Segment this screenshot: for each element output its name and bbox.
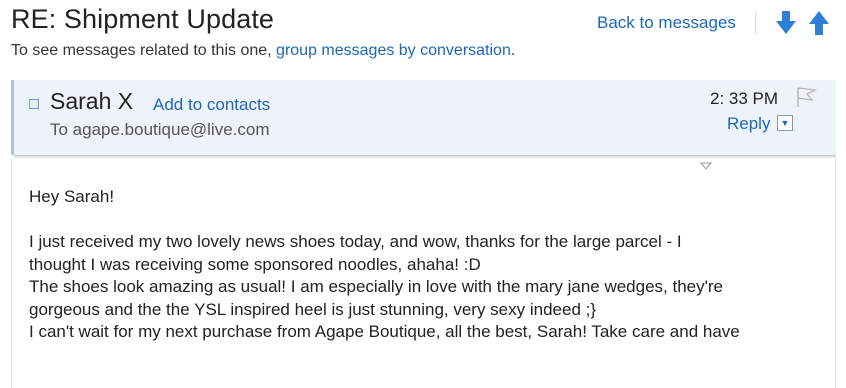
message-subject: RE: Shipment Update — [11, 4, 275, 34]
arrow-down-icon[interactable] — [775, 10, 797, 36]
conversation-note-prefix: To see messages related to this one, — [11, 42, 277, 59]
body-line: I can't wait for my next purchase from A… — [29, 322, 740, 341]
toolbar-separator — [755, 12, 756, 34]
recipient-line: To agape.boutique@live.com — [50, 120, 270, 139]
conversation-note: To see messages related to this one, gro… — [11, 42, 515, 60]
body-line: thought I was receiving some sponsored n… — [29, 254, 481, 274]
arrow-up-icon[interactable] — [808, 10, 830, 36]
triangle-down-icon[interactable] — [700, 162, 712, 170]
back-to-messages-link[interactable]: Back to messages — [597, 13, 736, 33]
reply-menu-button[interactable]: ▼ — [777, 115, 793, 131]
body-line: The shoes look amazing as usual! I am es… — [29, 277, 723, 296]
reply-button[interactable]: Reply — [727, 114, 770, 134]
add-to-contacts-link[interactable]: Add to contacts — [153, 95, 270, 115]
message-body: Hey Sarah! I just received my two lovely… — [29, 186, 829, 344]
sender-name[interactable]: Sarah X — [50, 88, 133, 115]
group-by-conversation-link[interactable]: group messages by conversation — [276, 42, 511, 59]
flag-icon[interactable] — [795, 86, 817, 108]
body-greeting: Hey Sarah! — [29, 187, 115, 206]
conversation-note-suffix: . — [510, 42, 516, 59]
body-line: gorgeous and the the YSL inspired heel i… — [29, 299, 597, 319]
message-time: 2: 33 PM — [710, 89, 779, 108]
chevron-down-icon: ▼ — [780, 118, 790, 128]
body-line: I just received my two lovely news shoes… — [29, 232, 682, 251]
select-message-checkbox[interactable] — [29, 99, 39, 109]
